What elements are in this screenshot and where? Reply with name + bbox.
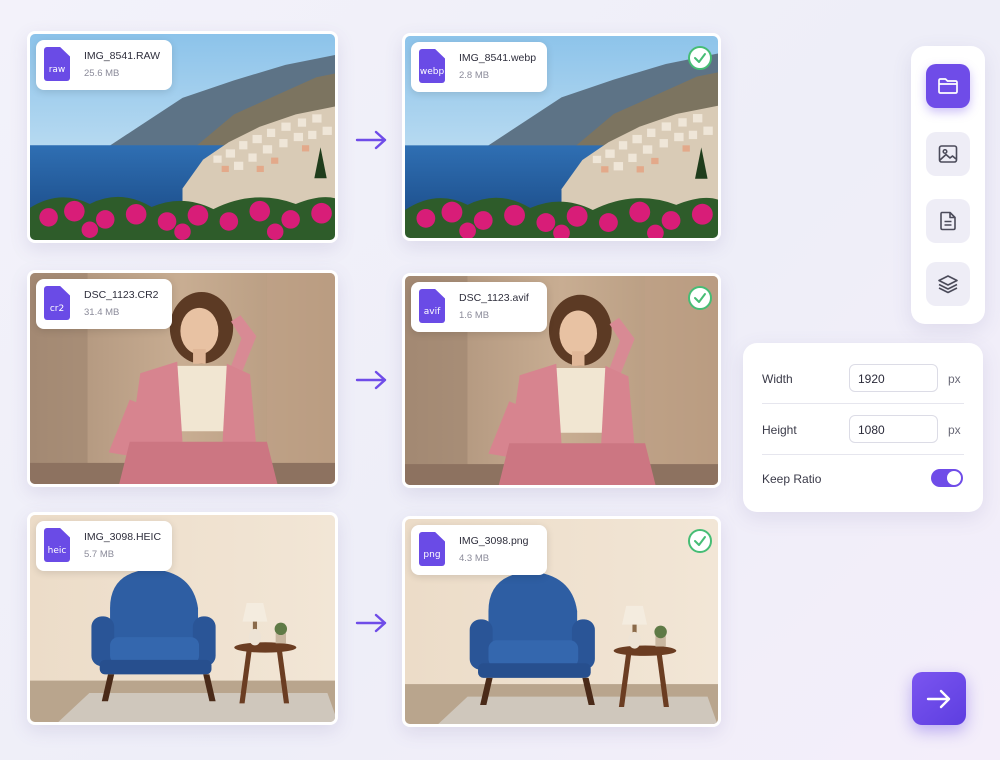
tool-sidebar bbox=[911, 46, 985, 324]
file-format-icon: heic bbox=[44, 528, 70, 562]
layers-icon bbox=[938, 275, 958, 294]
divider bbox=[762, 403, 964, 404]
width-unit: px bbox=[948, 372, 961, 386]
file-info-badge: heic IMG_3098.HEIC 5.7 MB bbox=[36, 521, 172, 571]
file-size: 5.7 MB bbox=[84, 549, 115, 560]
file-info-badge: webp IMG_8541.webp 2.8 MB bbox=[411, 42, 547, 92]
file-format-icon: png bbox=[419, 532, 445, 566]
file-format-icon: raw bbox=[44, 47, 70, 81]
file-name: IMG_8541.webp bbox=[459, 52, 537, 64]
keep-ratio-toggle[interactable] bbox=[931, 469, 963, 487]
file-size: 1.6 MB bbox=[459, 310, 490, 321]
check-circle-icon bbox=[688, 529, 712, 553]
file-name: IMG_8541.RAW bbox=[84, 50, 161, 62]
arrow-right-icon bbox=[926, 689, 951, 708]
output-image-card-1[interactable]: webp IMG_8541.webp 2.8 MB bbox=[402, 33, 721, 241]
file-size: 2.8 MB bbox=[459, 70, 490, 81]
document-button[interactable] bbox=[926, 199, 970, 243]
convert-button[interactable] bbox=[912, 672, 966, 725]
check-circle-icon bbox=[688, 286, 712, 310]
source-image-card-3[interactable]: heic IMG_3098.HEIC 5.7 MB bbox=[27, 512, 338, 725]
file-size: 4.3 MB bbox=[459, 553, 490, 564]
width-input[interactable]: 1920 bbox=[849, 364, 938, 392]
arrow-right-icon bbox=[355, 130, 387, 150]
check-circle-icon bbox=[688, 46, 712, 70]
image-icon bbox=[938, 145, 958, 163]
arrow-right-icon bbox=[355, 613, 387, 633]
height-label: Height bbox=[762, 423, 797, 437]
file-info-badge: raw IMG_8541.RAW 25.6 MB bbox=[36, 40, 172, 90]
folder-button[interactable] bbox=[926, 64, 970, 108]
folder-icon bbox=[938, 78, 958, 94]
arrow-right-icon bbox=[355, 370, 387, 390]
output-image-card-3[interactable]: png IMG_3098.png 4.3 MB bbox=[402, 516, 721, 727]
file-size: 25.6 MB bbox=[84, 68, 120, 79]
output-image-card-2[interactable]: avif DSC_1123.avif 1.6 MB bbox=[402, 273, 721, 488]
source-image-card-1[interactable]: raw IMG_8541.RAW 25.6 MB bbox=[27, 31, 338, 243]
image-button[interactable] bbox=[926, 132, 970, 176]
resize-panel: Width 1920 px Height 1080 px Keep Ratio bbox=[743, 343, 983, 512]
source-image-card-2[interactable]: cr2 DSC_1123.CR2 31.4 MB bbox=[27, 270, 338, 487]
file-format-icon: webp bbox=[419, 49, 445, 83]
height-unit: px bbox=[948, 423, 961, 437]
file-size: 31.4 MB bbox=[84, 307, 120, 318]
file-name: IMG_3098.png bbox=[459, 535, 529, 547]
keep-ratio-label: Keep Ratio bbox=[762, 472, 822, 486]
file-info-badge: png IMG_3098.png 4.3 MB bbox=[411, 525, 547, 575]
divider bbox=[762, 454, 964, 455]
toggle-knob bbox=[947, 471, 961, 485]
file-name: DSC_1123.avif bbox=[459, 292, 529, 304]
file-format-icon: cr2 bbox=[44, 286, 70, 320]
file-info-badge: cr2 DSC_1123.CR2 31.4 MB bbox=[36, 279, 172, 329]
file-name: DSC_1123.CR2 bbox=[84, 289, 159, 301]
file-name: IMG_3098.HEIC bbox=[84, 531, 162, 543]
file-format-icon: avif bbox=[419, 289, 445, 323]
file-info-badge: avif DSC_1123.avif 1.6 MB bbox=[411, 282, 547, 332]
layers-button[interactable] bbox=[926, 262, 970, 306]
width-label: Width bbox=[762, 372, 793, 386]
document-icon bbox=[940, 211, 956, 231]
height-input[interactable]: 1080 bbox=[849, 415, 938, 443]
